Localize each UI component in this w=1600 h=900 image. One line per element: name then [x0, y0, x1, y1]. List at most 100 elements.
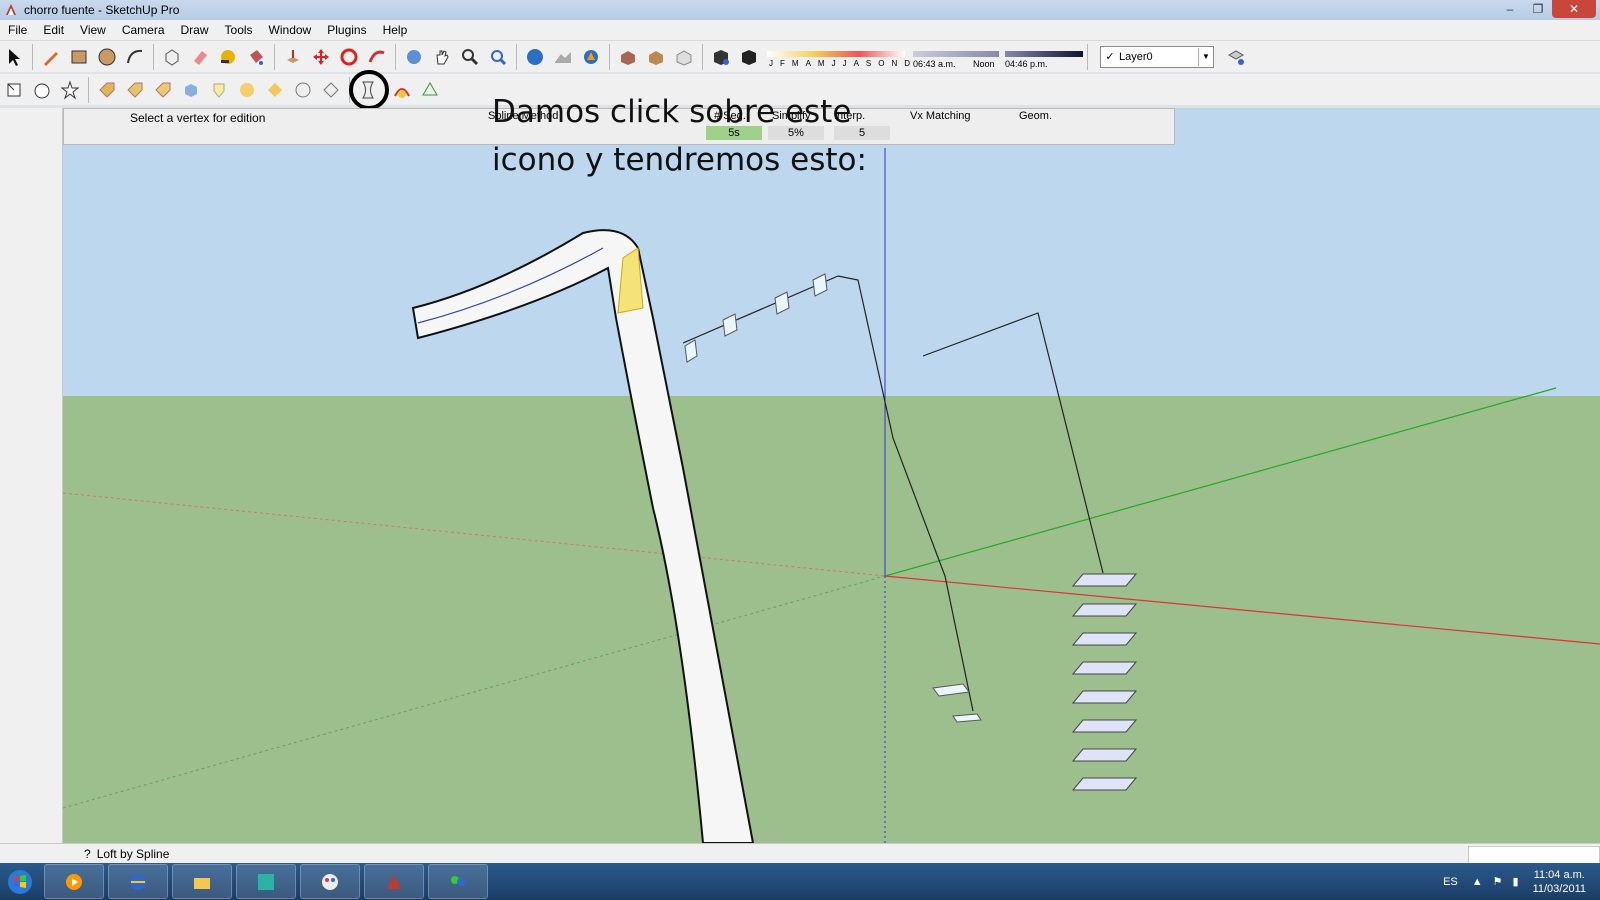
month-label: S	[865, 58, 872, 68]
shield-tag-icon[interactable]	[205, 76, 233, 104]
menu-window[interactable]: Window	[261, 23, 320, 37]
orbit-tool-icon[interactable]	[400, 43, 428, 71]
push-pull-icon[interactable]	[279, 43, 307, 71]
circle-outline-icon[interactable]	[289, 76, 317, 104]
month-label: J	[769, 58, 773, 68]
month-label: A	[805, 58, 811, 68]
layer-dropdown[interactable]: ✓ Layer0 ▼	[1100, 45, 1214, 68]
main-toolbar: J F M A M J J A S O N D 06:43 a.m. Noon …	[0, 41, 1600, 72]
menu-camera[interactable]: Camera	[114, 23, 173, 37]
language-indicator[interactable]: ES	[1443, 876, 1458, 888]
messenger-icon[interactable]	[428, 864, 488, 899]
tag-icon-1[interactable]	[93, 76, 121, 104]
share-model-icon[interactable]	[642, 43, 670, 71]
time-start-label: 06:43 a.m.	[913, 58, 956, 69]
loft-by-spline-icon[interactable]	[349, 69, 389, 110]
get-models-icon[interactable]	[614, 43, 642, 71]
shadow-time-slider[interactable]: 06:43 a.m. Noon 04:46 p.m.	[913, 43, 1083, 71]
menu-tools[interactable]: Tools	[217, 23, 261, 37]
clock-time: 11:04 a.m.	[1533, 868, 1585, 881]
spline-prompt: Select a vertex for edition	[130, 111, 266, 125]
month-label: M	[817, 58, 825, 68]
protractor-icon[interactable]	[28, 76, 56, 104]
tape-measure-icon[interactable]	[214, 43, 242, 71]
month-label: O	[878, 58, 885, 68]
paint-bucket-icon[interactable]	[242, 43, 270, 71]
interp-value: 5	[858, 127, 866, 139]
section-plane-icon[interactable]	[0, 76, 28, 104]
pencil-tool-icon[interactable]	[37, 43, 65, 71]
sketchup-app-icon	[6, 4, 16, 15]
month-label: F	[780, 58, 785, 68]
taskbar: ES ▲ ⚑ ▮ 11:04 a.m. 11/03/2011	[0, 863, 1600, 900]
month-label: J	[842, 58, 847, 68]
add-location-icon[interactable]	[577, 43, 605, 71]
start-button[interactable]	[0, 863, 40, 900]
month-label: J	[831, 58, 836, 68]
diamond-tag-icon[interactable]	[261, 76, 289, 104]
diamond-outline-icon[interactable]	[317, 76, 345, 104]
zoom-extents-icon[interactable]	[484, 43, 512, 71]
cube-icon[interactable]	[177, 76, 205, 104]
eraser-tool-icon[interactable]	[186, 43, 214, 71]
month-label: N	[891, 58, 898, 68]
network-icon[interactable]: ▮	[1513, 875, 1519, 888]
select-tool-icon[interactable]	[0, 43, 28, 71]
sphere-tag-icon[interactable]	[233, 76, 261, 104]
rotate-tool-icon[interactable]	[335, 43, 363, 71]
chevron-up-icon[interactable]: ▲	[1472, 876, 1483, 888]
measurements-box[interactable]	[1468, 846, 1600, 864]
shadow-date-slider[interactable]: J F M A M J J A S O N D	[767, 43, 910, 71]
rectangle-tool-icon[interactable]	[65, 43, 93, 71]
loft-path-icon[interactable]	[388, 76, 416, 104]
toggle-terrain-icon[interactable]	[549, 43, 577, 71]
menu-draw[interactable]: Draw	[173, 23, 217, 37]
month-label: M	[791, 58, 799, 68]
tag-icon-2[interactable]	[121, 76, 149, 104]
circle-tool-icon[interactable]	[93, 43, 121, 71]
get-current-view-icon[interactable]	[521, 43, 549, 71]
window-title: chorro fuente - SketchUp Pro	[24, 3, 180, 17]
model-viewport[interactable]	[63, 108, 1600, 843]
menu-bar: File Edit View Camera Draw Tools Window …	[0, 20, 1600, 41]
display-shadows-icon[interactable]	[735, 43, 763, 71]
menu-file[interactable]: File	[0, 23, 35, 37]
zoom-tool-icon[interactable]	[456, 43, 484, 71]
internet-explorer-icon[interactable]	[108, 864, 168, 899]
media-player-icon[interactable]	[44, 864, 104, 899]
follow-me-icon[interactable]	[363, 43, 391, 71]
share-component-icon[interactable]	[670, 43, 698, 71]
month-label: A	[853, 58, 859, 68]
status-text: Loft by Spline	[96, 847, 170, 861]
flag-icon[interactable]: ⚑	[1493, 875, 1503, 888]
time-mid-label: Noon	[973, 58, 995, 69]
system-clock[interactable]: 11:04 a.m. 11/03/2011	[1533, 868, 1586, 896]
move-tool-icon[interactable]	[307, 43, 335, 71]
skinning-icon[interactable]	[416, 76, 444, 104]
pan-tool-icon[interactable]	[428, 43, 456, 71]
make-component-icon[interactable]	[158, 43, 186, 71]
file-explorer-icon[interactable]	[172, 864, 232, 899]
close-button[interactable]: ✕	[1552, 0, 1596, 18]
scene-canvas	[63, 108, 1600, 843]
arc-tool-icon[interactable]	[121, 43, 149, 71]
tag-icon-3[interactable]	[149, 76, 177, 104]
menu-edit[interactable]: Edit	[35, 23, 72, 37]
question-icon[interactable]: ?	[84, 847, 91, 861]
status-bar: ? Loft by Spline	[0, 843, 1600, 864]
chevron-down-icon[interactable]: ▼	[1198, 47, 1213, 66]
star-shape-icon[interactable]	[56, 76, 84, 104]
sketchup-taskbar-icon[interactable]	[364, 864, 424, 899]
layer-manager-icon[interactable]	[1222, 43, 1250, 71]
menu-help[interactable]: Help	[375, 23, 416, 37]
autocad-icon[interactable]	[236, 864, 296, 899]
minimize-button[interactable]: –	[1496, 0, 1524, 18]
shadow-settings-icon[interactable]	[707, 43, 735, 71]
vertex-matching-label: Vx Matching	[910, 110, 971, 122]
time-end-label: 04:46 p.m.	[1005, 58, 1048, 69]
paint-icon[interactable]	[300, 864, 360, 899]
maximize-button[interactable]: ❐	[1524, 0, 1552, 18]
menu-view[interactable]: View	[72, 23, 114, 37]
clock-date: 11/03/2011	[1532, 882, 1586, 895]
menu-plugins[interactable]: Plugins	[319, 23, 374, 37]
